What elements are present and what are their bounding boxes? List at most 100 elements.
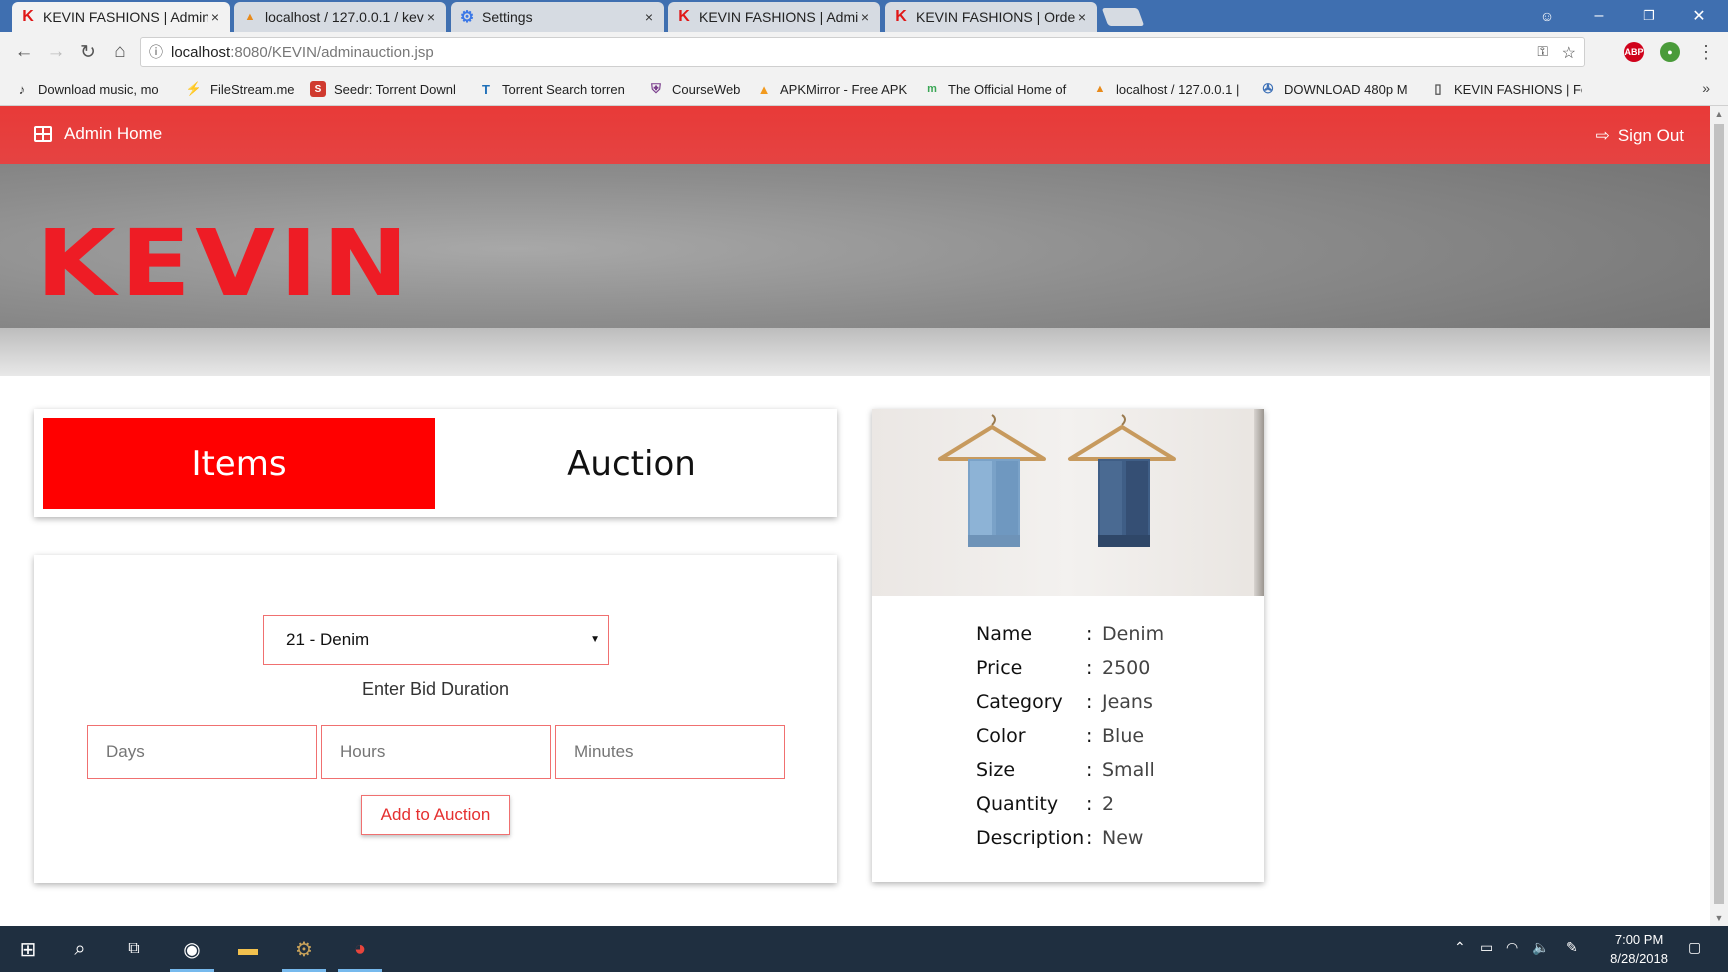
browser-tab[interactable]: ▲ localhost / 127.0.0.1 / kev × [234,2,446,32]
close-icon[interactable]: × [642,9,656,25]
hours-input[interactable] [321,725,551,779]
bid-duration-label: Enter Bid Duration [361,679,510,699]
bookmark-label: Seedr: Torrent Downl [334,81,456,97]
sign-out-link[interactable]: ⇨ Sign Out [1596,126,1684,146]
bookmark-label: FileStream.me [210,81,295,97]
dropdown-caret-icon: ▼ [590,634,600,645]
item-select[interactable]: 21 - Denim ▼ [263,615,609,665]
wifi-icon[interactable]: ◠ [1506,939,1518,956]
url-host: localhost [171,43,231,61]
browser-tab[interactable]: K KEVIN FASHIONS | Order × [885,2,1097,32]
reload-icon[interactable]: ↻ [76,40,100,64]
auction-form: 21 - Denim ▼ Enter Bid Duration Add to A… [34,555,837,883]
bookmark-label: KEVIN FASHIONS | Fe [1454,81,1582,97]
bookmark-item[interactable]: ▯ KEVIN FASHIONS | Fe [1430,80,1582,98]
key-icon[interactable]: ⚿ [1537,43,1548,60]
close-icon[interactable]: × [208,9,222,25]
bookmark-item[interactable]: ▲ APKMirror - Free APK [756,80,908,98]
bookmark-label: localhost / 127.0.0.1 | [1116,81,1240,97]
bookmarks-overflow-button[interactable]: » [1702,80,1710,96]
restore-icon[interactable]: ❐ [1626,0,1672,32]
system-clock[interactable]: 7:00 PM 8/28/2018 [1610,930,1668,968]
days-input[interactable] [87,725,317,779]
address-bar[interactable]: ⓘ localhost:8080/KEVIN/adminauction.jsp … [140,37,1585,67]
bookmark-star-icon[interactable]: ☆ [1562,43,1576,63]
product-details: Name: Denim Price:2500 Category: Jeans Col… [976,617,1164,855]
battery-icon[interactable]: ▭ [1480,939,1493,956]
clock-time: 7:00 PM [1614,932,1664,947]
browser-tab-label: Settings [482,9,533,25]
minimize-icon[interactable]: – [1576,0,1622,32]
browser-tab-label: KEVIN FASHIONS | Admin [699,9,858,25]
bookmark-item[interactable]: m The Official Home of [924,80,1076,98]
gear-app-icon[interactable]: ⚙ [278,926,330,972]
section-tabs: Items Auction [34,409,837,517]
bookmark-item[interactable]: S Seedr: Torrent Downl [310,80,462,98]
task-view-icon[interactable]: ⧉ [108,926,160,972]
detail-key: Name [976,623,1033,645]
bookmark-item[interactable]: ✇ DOWNLOAD 480p M [1260,80,1412,98]
windows-start-icon[interactable]: ⊞ [2,926,54,972]
back-icon[interactable]: ← [12,40,36,64]
pen-workspace-icon[interactable]: ✎ [1566,939,1578,956]
bookmark-item[interactable]: ⚡ FileStream.me [186,80,298,98]
admin-home-link[interactable]: Admin Home [34,124,162,144]
adblock-icon[interactable]: ABP [1624,42,1644,62]
extension-globe-icon[interactable]: ● [1660,42,1680,62]
browser-tab[interactable]: K KEVIN FASHIONS | Admin × [12,2,230,32]
sign-out-label: Sign Out [1617,126,1684,145]
bookmark-item[interactable]: ⛨ CourseWeb [648,80,748,98]
product-card: Name: Denim Price:2500 Category: Jeans Col… [872,409,1264,882]
info-icon[interactable]: ⓘ [141,42,171,62]
tab-auction[interactable]: Auction [435,418,828,509]
search-icon[interactable]: ⌕ [54,926,106,972]
add-to-auction-button[interactable]: Add to Auction [361,795,510,835]
bookmark-item[interactable]: T Torrent Search torren [478,80,630,98]
detail-key: Size [976,759,1016,781]
close-icon[interactable]: × [1075,9,1089,25]
browser-tab[interactable]: ⚙ Settings × [451,2,664,32]
new-tab-button[interactable] [1101,8,1145,26]
bookmark-label: CourseWeb [672,81,741,97]
user-profile-icon[interactable]: ☺ [1524,0,1570,32]
seedr-icon: S [310,81,326,97]
sign-out-icon: ⇨ [1595,126,1610,145]
scroll-up-arrow-icon[interactable]: ▲ [1710,106,1728,122]
shield-icon: ⛨ [651,81,661,96]
media-player-icon[interactable]: ◉ [166,926,218,972]
file-explorer-icon[interactable]: ▬ [222,926,274,972]
address-toolbar: ← → ↻ ⌂ ⓘ localhost:8080/KEVIN/adminauct… [0,32,1728,72]
detail-row-price: Price:2500 [976,651,1164,685]
tab-items[interactable]: Items [43,418,435,509]
forward-icon[interactable]: → [44,40,68,64]
kevin-k-icon: K [678,8,690,25]
volume-icon[interactable]: 🔈 [1532,939,1549,956]
tray-overflow-chevron-icon[interactable]: ⌃ [1454,939,1466,956]
close-icon[interactable]: × [424,9,438,25]
bookmark-item[interactable]: ▲ localhost / 127.0.0.1 | [1092,80,1244,98]
apkmirror-icon: ▲ [757,81,771,97]
detail-value: 2500 [1102,657,1151,679]
detail-key: Description [976,827,1085,849]
close-icon[interactable]: × [858,9,872,25]
detail-row-quantity: Quantity:2 [976,787,1164,821]
detail-separator: : [1086,759,1093,781]
bookmark-item[interactable]: ♪ Download music, mo [14,80,172,98]
page-icon: ▯ [1434,81,1442,96]
window-close-icon[interactable]: ✕ [1676,0,1722,32]
phpmyadmin-icon: ▲ [244,11,256,23]
browser-tab[interactable]: K KEVIN FASHIONS | Admin × [668,2,880,32]
browser-tab-strip: K KEVIN FASHIONS | Admin × ▲ localhost /… [0,0,1728,32]
home-icon[interactable]: ⌂ [108,40,132,64]
scrollbar-thumb[interactable] [1714,124,1724,904]
page-scrollbar[interactable]: ▲ ▼ [1710,106,1728,926]
minutes-input[interactable] [555,725,785,779]
bookmark-label: Download music, mo [38,81,159,97]
gear-icon: ⚙ [459,9,475,26]
action-center-icon[interactable]: ▢ [1688,939,1701,956]
phpmyadmin-icon: ▲ [1094,83,1106,95]
scroll-down-arrow-icon[interactable]: ▼ [1710,910,1728,926]
menu-kebab-icon[interactable]: ⋮ [1694,40,1718,64]
chrome-icon[interactable]: ◕ [334,926,386,972]
detail-separator: : [1086,725,1093,747]
